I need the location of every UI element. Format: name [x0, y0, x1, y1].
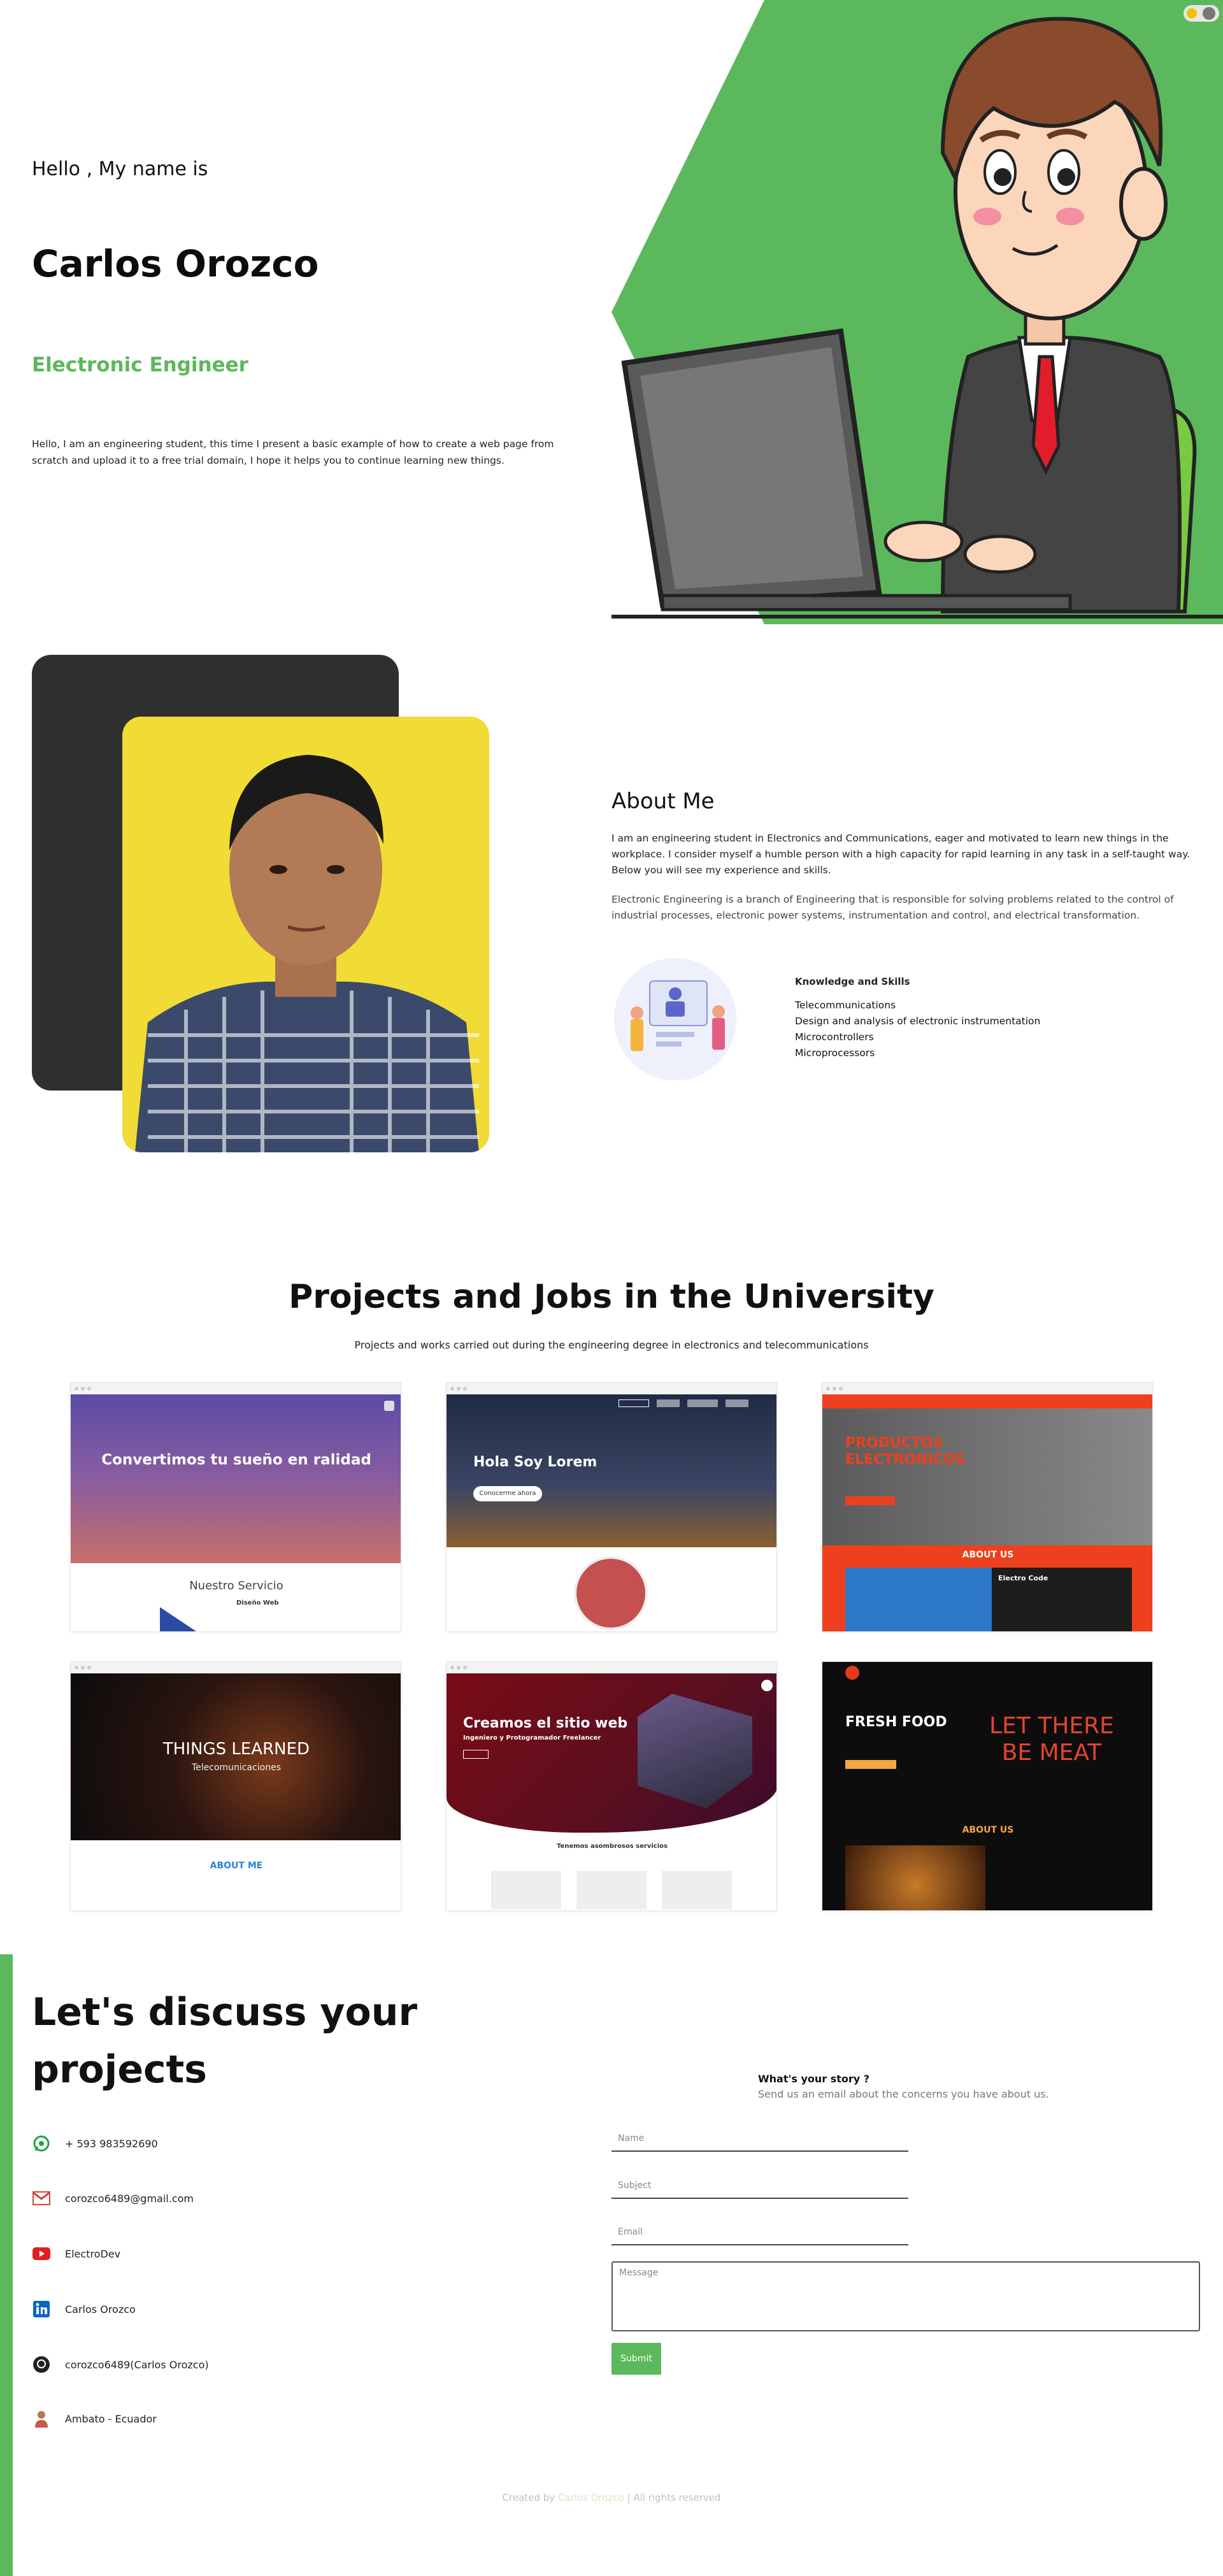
linkedin-icon — [32, 2300, 51, 2319]
contact-label: ElectroDev — [65, 2247, 121, 2260]
project-nav — [619, 1399, 764, 1408]
project-about-heading: ABOUT ME — [210, 1861, 263, 1871]
submit-button[interactable]: Submit — [612, 2343, 661, 2375]
project-subheadline: Telecomunicaciones — [191, 1763, 282, 1773]
project-card-4[interactable]: THINGS LEARNED Telecomunicaciones ABOUT … — [70, 1661, 401, 1911]
story-title: What's your story ? — [758, 2073, 870, 2085]
project-photo — [845, 1568, 992, 1631]
service-card — [576, 1871, 647, 1909]
skill-item: Design and analysis of electronic instru… — [795, 1015, 1041, 1027]
hero-role: Electronic Engineer — [32, 354, 248, 376]
subject-field[interactable] — [612, 2173, 908, 2199]
skills-title: Knowledge and Skills — [795, 976, 910, 987]
gmail-icon — [32, 2189, 51, 2208]
service-card — [491, 1871, 561, 1909]
hero-section: Hello , My name is Carlos Orozco Electro… — [0, 0, 1223, 637]
footer: Created by Carlos Orozco | All rights re… — [0, 2492, 1223, 2503]
browser-bar — [447, 1383, 776, 1394]
project-navbar — [822, 1394, 1152, 1408]
name-field[interactable] — [612, 2126, 908, 2152]
project-hero-image — [822, 1408, 1152, 1549]
team-meeting-illustration — [614, 958, 736, 1080]
service-card — [662, 1871, 732, 1909]
whatsapp-icon — [32, 2134, 51, 2153]
footer-suffix: | All rights reserved — [627, 2492, 721, 2503]
project-extra: Electro Code — [998, 1574, 1048, 1582]
projects-title: Projects and Jobs in the University — [289, 1278, 934, 1316]
project-subheadline: Ingeniero y Protogramador Freelancer — [463, 1735, 601, 1742]
contact-label: Carlos Orozco — [65, 2303, 136, 2315]
contact-youtube[interactable]: ElectroDev — [32, 2244, 120, 2263]
contact-accent-stripe — [0, 1954, 13, 2576]
project-about-heading: ABOUT US — [962, 1550, 1014, 1560]
contact-location: Ambato - Ecuador — [32, 2409, 157, 2428]
contact-label: corozco6489(Carlos Orozco) — [65, 2358, 209, 2371]
project-extra: Diseño Web — [236, 1599, 279, 1606]
project-subheadline: Nuestro Servicio — [189, 1579, 283, 1592]
avatar — [574, 1556, 648, 1630]
project-about-heading: ABOUT US — [962, 1825, 1014, 1835]
project-cta-button[interactable] — [463, 1750, 489, 1759]
footer-prefix: Created by — [502, 2492, 555, 2503]
cartoon-man-laptop-illustration — [612, 17, 1223, 619]
hero-intro: Hello, I am an engineering student, this… — [32, 438, 554, 466]
project-card-6[interactable]: FRESH FOOD LET THERE BE MEAT ABOUT US — [822, 1661, 1153, 1911]
story-subtitle: Send us an email about the concerns you … — [758, 2088, 1049, 2100]
menu-icon — [761, 1680, 773, 1691]
neon-sign-text: LET THERE BE MEAT — [989, 1713, 1114, 1766]
email-field[interactable] — [612, 2220, 908, 2245]
browser-bar — [822, 1383, 1152, 1394]
about-paragraph-1: I am an engineering student in Electroni… — [612, 833, 1191, 876]
contact-label: Ambato - Ecuador — [65, 2412, 157, 2425]
browser-bar — [71, 1383, 401, 1394]
contact-email[interactable]: corozco6489@gmail.com — [32, 2189, 194, 2208]
project-cta-button[interactable] — [845, 1760, 896, 1769]
contact-label: + 593 983592690 — [65, 2137, 158, 2150]
skill-item: Microprocessors — [795, 1047, 875, 1059]
github-icon — [32, 2355, 51, 2374]
contact-whatsapp[interactable]: + 593 983592690 — [32, 2134, 158, 2153]
person-portrait-illustration — [122, 717, 489, 1152]
projects-subtitle: Projects and works carried out during th… — [354, 1339, 869, 1351]
skill-item: Telecommunications — [795, 999, 896, 1011]
location-avatar-icon — [32, 2409, 51, 2428]
contact-label: corozco6489@gmail.com — [65, 2192, 194, 2205]
about-paragraph-2: Electronic Engineering is a branch of En… — [612, 894, 1174, 921]
youtube-icon — [32, 2244, 51, 2263]
project-card-5[interactable]: Creamos el sitio web Ingeniero y Protogr… — [446, 1661, 777, 1911]
project-headline: Creamos el sitio web — [463, 1715, 628, 1731]
logo-icon — [845, 1666, 859, 1680]
hero-name: Carlos Orozco — [32, 242, 319, 285]
project-cta-button[interactable] — [845, 1496, 895, 1505]
project-hero-image — [447, 1394, 776, 1547]
about-title: About Me — [612, 789, 715, 814]
hero-greeting: Hello , My name is — [32, 158, 208, 180]
project-card-3[interactable]: PRODUCTOS ELECTRONICOS ABOUT US Electro … — [822, 1382, 1153, 1632]
decorative-shape — [160, 1607, 198, 1631]
browser-bar — [447, 1662, 776, 1673]
skill-item: Microcontrollers — [795, 1031, 874, 1043]
menu-icon — [384, 1401, 394, 1411]
contact-title: Let's discuss your projects — [32, 1990, 418, 2092]
profile-photo — [122, 717, 489, 1152]
skills-list: Telecommunications Design and analysis o… — [795, 998, 1040, 1061]
contact-linkedin[interactable]: Carlos Orozco — [32, 2300, 136, 2319]
project-services-heading: Tenemos asombrosos servicios — [557, 1843, 668, 1850]
footer-author-link[interactable]: Carlos Orozco — [558, 2492, 624, 2503]
browser-bar — [71, 1662, 401, 1673]
project-headline: THINGS LEARNED — [162, 1740, 310, 1759]
contact-github[interactable]: corozco6489(Carlos Orozco) — [32, 2355, 209, 2374]
project-headline: FRESH FOOD — [845, 1714, 947, 1730]
burger-photo — [845, 1845, 985, 1910]
project-headline: Convertimos tu sueño en ralidad — [101, 1452, 371, 1468]
project-card-1[interactable]: Convertimos tu sueño en ralidad Nuestro … — [70, 1382, 401, 1632]
project-cta-button[interactable]: Conocerme ahora — [473, 1486, 542, 1501]
project-headline: PRODUCTOS ELECTRONICOS — [845, 1435, 966, 1468]
project-hero-image — [71, 1394, 401, 1563]
message-field[interactable] — [612, 2261, 1200, 2331]
project-card-2[interactable]: Hola Soy Lorem Conocerme ahora — [446, 1382, 777, 1632]
project-headline: Hola Soy Lorem — [473, 1454, 597, 1470]
